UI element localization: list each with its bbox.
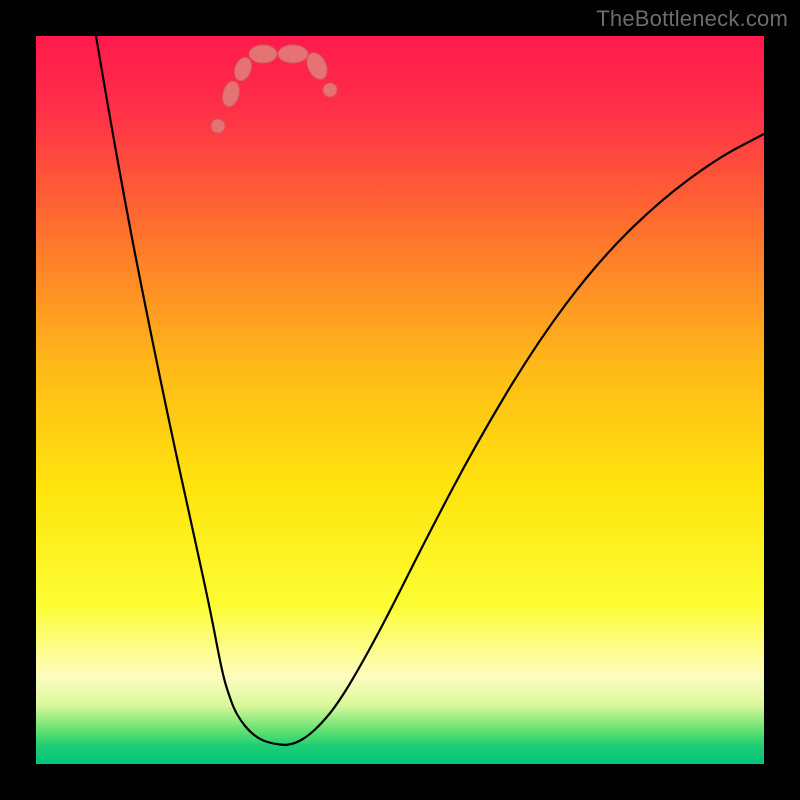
curve-left-branch [96, 36, 286, 745]
marker-0 [211, 119, 225, 133]
marker-3 [249, 45, 277, 63]
curve-right-branch [286, 134, 764, 745]
marker-4 [278, 45, 308, 63]
chart-frame: TheBottleneck.com [0, 0, 800, 800]
marker-1 [220, 79, 242, 108]
threshold-markers [211, 45, 337, 133]
plot-area [36, 36, 764, 764]
watermark-text: TheBottleneck.com [596, 6, 788, 32]
bottleneck-curve [96, 36, 764, 745]
marker-6 [323, 83, 337, 97]
curve-layer [36, 36, 764, 764]
